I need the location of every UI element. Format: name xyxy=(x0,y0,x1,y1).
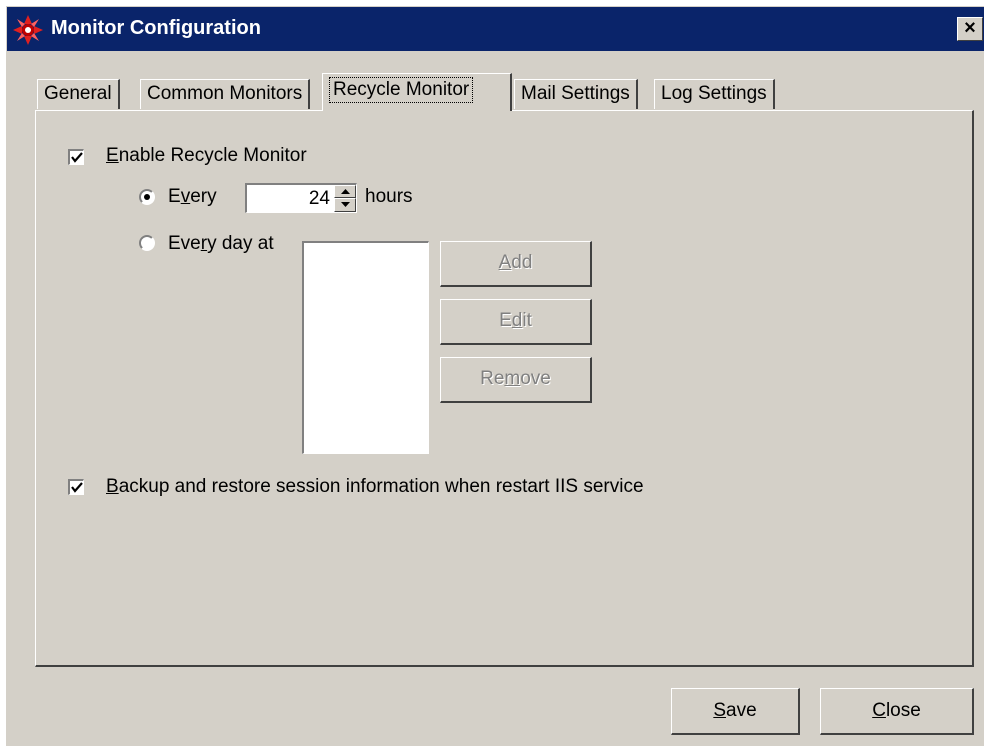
close-window-button[interactable]: × xyxy=(957,17,983,41)
up-arrow-icon xyxy=(341,189,350,194)
tab-mail-settings[interactable]: Mail Settings xyxy=(514,79,638,109)
save-button[interactable]: Save xyxy=(671,688,800,735)
tab-label: Log Settings xyxy=(661,83,767,104)
tab-label: General xyxy=(44,83,112,104)
recycle-monitor-panel: Enable Recycle Monitor Every 24 hours Ev… xyxy=(35,110,974,667)
tab-label: Mail Settings xyxy=(521,83,630,104)
hours-stepper[interactable]: 24 xyxy=(245,183,357,213)
close-icon: × xyxy=(964,17,976,39)
remove-button[interactable]: Remove xyxy=(440,357,592,403)
edit-button[interactable]: Edit xyxy=(440,299,592,345)
tab-label: Common Monitors xyxy=(147,83,303,104)
monitor-configuration-window: Monitor Configuration × General Common M… xyxy=(6,6,984,746)
down-arrow-icon xyxy=(341,202,350,207)
backup-restore-session-checkbox[interactable] xyxy=(68,479,84,495)
every-hours-label: Every xyxy=(168,186,217,207)
tab-general[interactable]: General xyxy=(37,79,120,109)
backup-restore-session-label: Backup and restore session information w… xyxy=(106,476,644,497)
add-button[interactable]: Add xyxy=(440,241,592,287)
enable-recycle-monitor-checkbox[interactable] xyxy=(68,149,84,165)
title-bar[interactable]: Monitor Configuration × xyxy=(7,7,984,51)
hours-value: 24 xyxy=(308,188,330,209)
app-logo-icon xyxy=(13,15,43,45)
checkmark-icon xyxy=(71,482,83,493)
enable-recycle-monitor-label: Enable Recycle Monitor xyxy=(106,145,307,166)
radio-selected-dot xyxy=(144,194,150,200)
hours-increment-button[interactable] xyxy=(334,185,356,198)
hours-label: hours xyxy=(365,186,413,207)
tab-log-settings[interactable]: Log Settings xyxy=(654,79,775,109)
every-hours-radio[interactable] xyxy=(139,189,155,205)
tab-common-monitors[interactable]: Common Monitors xyxy=(140,79,311,109)
every-day-at-label: Every day at xyxy=(168,233,274,254)
hours-decrement-button[interactable] xyxy=(334,198,356,212)
window-title: Monitor Configuration xyxy=(51,17,261,39)
tab-recycle-monitor[interactable]: Recycle Monitor xyxy=(322,73,512,111)
close-button[interactable]: Close xyxy=(820,688,974,735)
times-listbox[interactable] xyxy=(302,241,429,454)
tab-label: Recycle Monitor xyxy=(329,77,474,103)
checkmark-icon xyxy=(71,152,83,163)
every-day-at-radio[interactable] xyxy=(139,235,155,251)
